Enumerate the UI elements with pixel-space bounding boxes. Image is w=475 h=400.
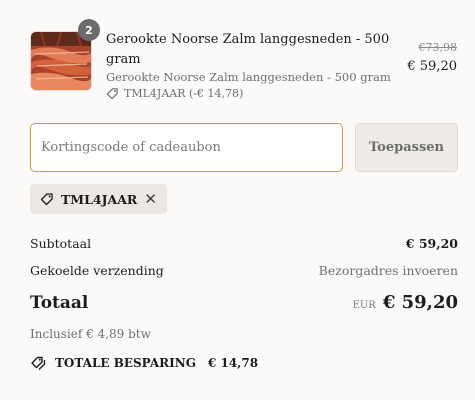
total-row: Totaal EUR € 59,20	[30, 292, 458, 313]
original-price: €73,98	[418, 41, 458, 54]
tag-icon	[40, 193, 53, 206]
product-thumbnail-wrap: 2	[30, 19, 100, 91]
quantity-badge: 2	[78, 19, 100, 41]
shipping-value: Bezorgadres invoeren	[318, 263, 458, 278]
tag-icon	[106, 88, 118, 100]
savings-label: TOTALE BESPARING	[55, 355, 196, 370]
discount-code-input[interactable]	[30, 123, 343, 172]
product-discount: TML4JAAR (-€ 14,78)	[106, 87, 243, 100]
apply-discount-button[interactable]: Toepassen	[355, 123, 458, 172]
subtotal-row: Subtotaal € 59,20	[30, 236, 458, 251]
savings-value: € 14,78	[207, 355, 259, 370]
cart-line-item: 2 Gerookte Noorse Zalm langgesneden - 50…	[30, 19, 460, 102]
product-name: Gerookte Noorse Zalm langgesneden - 500 …	[106, 32, 390, 67]
applied-discount-code: TML4JAAR	[61, 191, 138, 207]
shipping-row: Gekoelde verzending Bezorgadres invoeren	[30, 263, 458, 278]
total-savings: TOTALE BESPARING € 14,78	[30, 355, 258, 370]
currency-code: EUR	[352, 300, 376, 311]
product-discount-text: TML4JAAR (-€ 14,78)	[124, 87, 244, 100]
total-label: Totaal	[30, 293, 89, 313]
subtotal-value: € 59,20	[405, 236, 458, 251]
shipping-label: Gekoelde verzending	[30, 263, 164, 278]
product-thumbnail	[30, 31, 92, 91]
total-amount: EUR € 59,20	[353, 292, 458, 313]
tax-note: Inclusief € 4,89 btw	[30, 327, 151, 341]
close-icon[interactable]: ✕	[144, 191, 157, 207]
product-variant: Gerookte Noorse Zalm langgesneden - 500 …	[106, 70, 391, 84]
current-price: € 59,20	[407, 59, 457, 74]
subtotal-label: Subtotaal	[30, 236, 92, 251]
applied-discount-chip: TML4JAAR ✕	[30, 184, 167, 214]
total-value: € 59,20	[382, 292, 458, 313]
smoked-salmon-image	[31, 32, 91, 90]
tags-icon	[31, 356, 46, 370]
